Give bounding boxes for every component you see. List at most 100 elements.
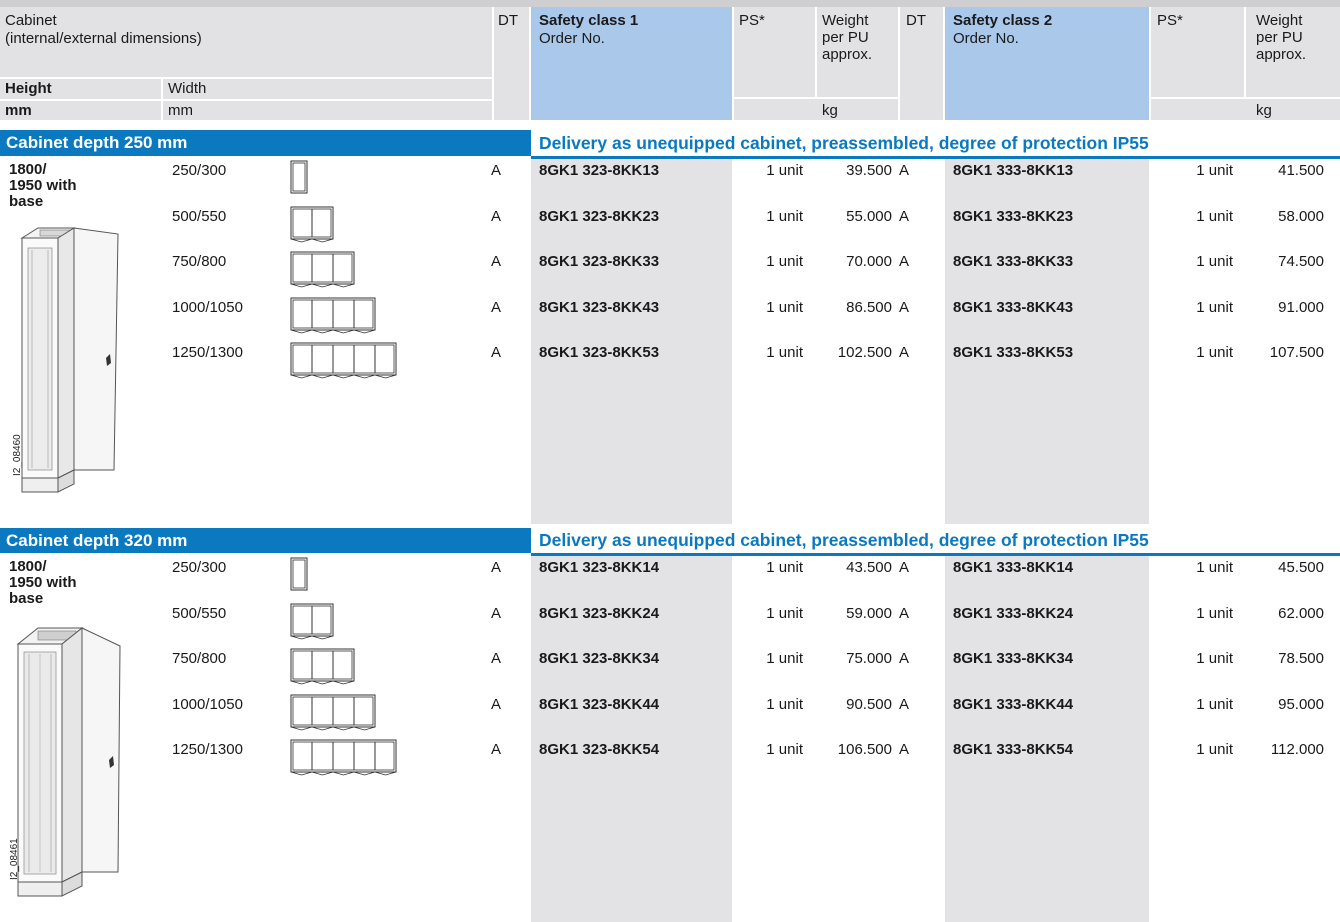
header-safety-class-1: Safety class 1: [539, 12, 639, 29]
header-ps1-label: PS*: [739, 12, 765, 29]
weight2-cell: 95.000: [1278, 696, 1324, 713]
order1-cell: 8GK1 323-8KK43: [539, 299, 660, 316]
weight1-cell: 86.500: [846, 299, 892, 316]
weight2-cell: 107.500: [1269, 344, 1324, 361]
header-dt1-label: DT: [498, 12, 518, 29]
order2-cell: 8GK1 333-8KK13: [953, 162, 1074, 179]
cabinet-320-image-id: I2_08461: [9, 838, 20, 880]
weight1-cell: 90.500: [846, 696, 892, 713]
ps2-cell: 1 unit: [1196, 605, 1233, 622]
cabinet-width-pictogram: [290, 739, 397, 776]
section-2-height-l3: base: [9, 590, 44, 607]
order1-cell: 8GK1 323-8KK44: [539, 696, 660, 713]
weight1-cell: 70.000: [846, 253, 892, 270]
dt2-cell: A: [899, 162, 910, 179]
section-2-title: Cabinet depth 320 mm: [0, 528, 531, 553]
header-width-cell: [163, 79, 492, 99]
weight2-cell: 91.000: [1278, 299, 1324, 316]
width-cell: 250/300: [172, 559, 227, 576]
ps2-cell: 1 unit: [1196, 741, 1233, 758]
dt1-cell: A: [490, 559, 501, 576]
cabinet-250-image-id: I2_08460: [12, 434, 23, 476]
order1-cell: 8GK1 323-8KK23: [539, 208, 660, 225]
order1-cell: 8GK1 323-8KK54: [539, 741, 660, 758]
dt1-cell: A: [490, 253, 501, 270]
order1-cell: 8GK1 323-8KK33: [539, 253, 660, 270]
section-2-height-l2: 1950 with: [9, 574, 77, 591]
dt1-cell: A: [490, 741, 501, 758]
order1-cell: 8GK1 323-8KK13: [539, 162, 660, 179]
ps1-cell: 1 unit: [766, 299, 803, 316]
width-cell: 750/800: [172, 253, 227, 270]
dt1-cell: A: [490, 650, 501, 667]
header-weight2-l3: approx.: [1256, 46, 1307, 63]
header-kg2-cell: [1151, 99, 1340, 120]
order2-cell: 8GK1 333-8KK54: [953, 741, 1074, 758]
top-rule: [0, 0, 1340, 7]
order2-cell: 8GK1 333-8KK43: [953, 299, 1074, 316]
weight2-cell: 74.500: [1278, 253, 1324, 270]
width-cell: 1000/1050: [172, 696, 243, 713]
dt1-cell: A: [490, 344, 501, 361]
ps1-cell: 1 unit: [766, 208, 803, 225]
dt2-cell: A: [899, 208, 910, 225]
cabinet-320-illustration: I2_08461: [9, 626, 121, 897]
cabinet-width-pictogram: [290, 648, 355, 685]
ps2-cell: 1 unit: [1196, 162, 1233, 179]
header-height-unit: mm: [5, 102, 32, 119]
weight2-cell: 58.000: [1278, 208, 1324, 225]
width-cell: 500/550: [172, 208, 227, 225]
ps2-cell: 1 unit: [1196, 650, 1233, 667]
ps2-cell: 1 unit: [1196, 696, 1233, 713]
ps2-cell: 1 unit: [1196, 344, 1233, 361]
ps2-cell: 1 unit: [1196, 208, 1233, 225]
dt1-cell: A: [490, 299, 501, 316]
dt2-cell: A: [899, 253, 910, 270]
header-weight1-l2: per PU: [822, 29, 869, 46]
weight1-cell: 106.500: [837, 741, 892, 758]
dt2-cell: A: [899, 696, 910, 713]
order2-cell: 8GK1 333-8KK33: [953, 253, 1074, 270]
width-cell: 1000/1050: [172, 299, 243, 316]
order2-cell: 8GK1 333-8KK53: [953, 344, 1074, 361]
section-1-height-l2: 1950 with: [9, 177, 77, 194]
header-kg2-label: kg: [1256, 102, 1272, 119]
order1-cell: 8GK1 323-8KK24: [539, 605, 660, 622]
weight2-cell: 78.500: [1278, 650, 1324, 667]
cabinet-250-illustration: I2_08460: [12, 227, 119, 493]
dt2-cell: A: [899, 650, 910, 667]
dt2-cell: A: [899, 299, 910, 316]
order1-cell: 8GK1 323-8KK53: [539, 344, 660, 361]
header-weight2-l2: per PU: [1256, 29, 1303, 46]
width-cell: 1250/1300: [172, 344, 243, 361]
header-weight1-l3: approx.: [822, 46, 873, 63]
header-cabinet-label: Cabinet: [5, 12, 57, 29]
order2-cell: 8GK1 333-8KK24: [953, 605, 1074, 622]
width-cell: 250/300: [172, 162, 227, 179]
header-cabinet-sublabel: (internal/external dimensions): [5, 30, 202, 47]
weight1-cell: 75.000: [846, 650, 892, 667]
ps1-cell: 1 unit: [766, 650, 803, 667]
ps2-cell: 1 unit: [1196, 559, 1233, 576]
order2-cell: 8GK1 333-8KK14: [953, 559, 1074, 576]
order2-cell: 8GK1 333-8KK34: [953, 650, 1074, 667]
section-1-height-l3: base: [9, 193, 44, 210]
header-mm-cell: [163, 101, 492, 120]
ps1-cell: 1 unit: [766, 696, 803, 713]
order2-cell: 8GK1 333-8KK44: [953, 696, 1074, 713]
weight2-cell: 62.000: [1278, 605, 1324, 622]
cabinet-width-pictogram: [290, 251, 355, 288]
header-width-unit: mm: [168, 102, 193, 119]
ps1-cell: 1 unit: [766, 605, 803, 622]
width-cell: 1250/1300: [172, 741, 243, 758]
header-width-label: Width: [168, 80, 207, 97]
width-cell: 500/550: [172, 605, 227, 622]
dt1-cell: A: [490, 696, 501, 713]
cabinet-width-pictogram: [290, 694, 376, 731]
weight2-cell: 45.500: [1278, 559, 1324, 576]
dt2-cell: A: [899, 605, 910, 622]
order2-cell: 8GK1 333-8KK23: [953, 208, 1074, 225]
section-1-delivery: Delivery as unequipped cabinet, preassem…: [531, 130, 1340, 159]
header-ps2-label: PS*: [1157, 12, 1183, 29]
header-height-label: Height: [5, 80, 52, 97]
